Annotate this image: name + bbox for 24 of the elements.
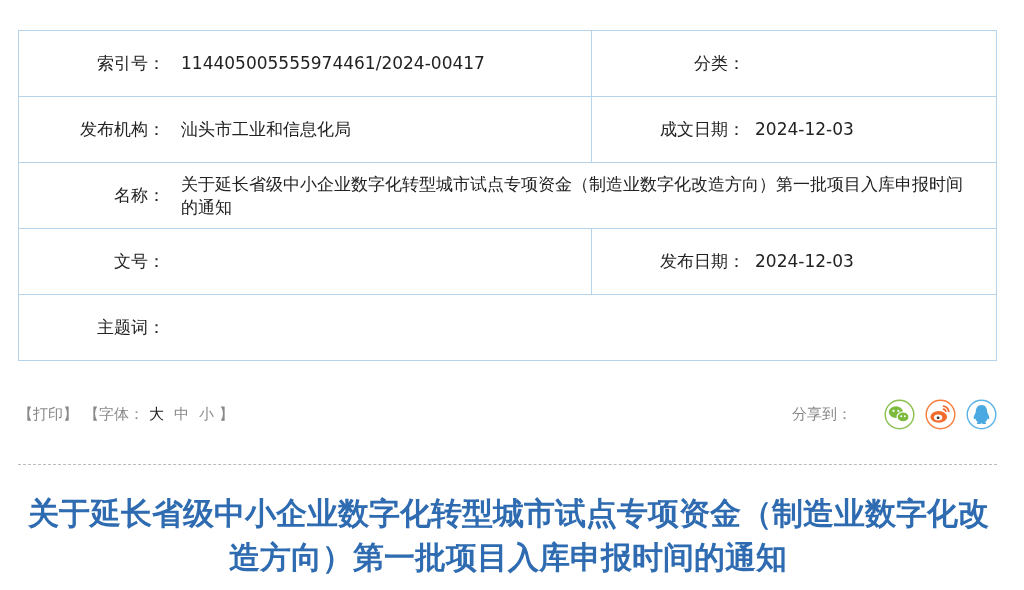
font-size-option[interactable]: 中 [174,404,189,424]
font-size-option[interactable]: 小 [199,404,214,424]
font-size-option[interactable]: 大 [149,404,164,424]
field-label: 发布机构： [80,118,165,141]
field-value: 关于延长省级中小企业数字化转型城市试点专项资金（制造业数字化改造方向）第一批项目入库申报时间的通知 [181,172,964,219]
wechat-icon[interactable] [884,398,915,430]
penguin-icon[interactable] [966,398,997,430]
field-value: 2024-12-03 [755,118,854,141]
field-value: 汕头市工业和信息化局 [181,118,351,141]
article-title: 关于延长省级中小企业数字化转型城市试点专项资金（制造业数字化改造方向）第一批项目入库申报时间的通知 [26,494,990,577]
field-label: 成文日期： [660,118,745,141]
field-label: 文号： [114,250,165,273]
share-label: 分享到： [792,404,852,424]
field-value: 2024-12-03 [755,250,854,273]
weibo-icon[interactable] [925,398,956,430]
field-value: 114405005555974461/2024-00417 [181,52,485,75]
field-label: 索引号： [97,52,165,75]
field-label: 分类： [694,52,745,75]
print-link[interactable]: 【打印】 [18,404,78,424]
bracket: 】 [219,404,234,424]
field-label: 发布日期： [660,250,745,273]
field-label: 名称： [114,184,165,207]
field-label: 主题词： [97,316,165,339]
font-size-label: 【字体： [84,404,144,424]
